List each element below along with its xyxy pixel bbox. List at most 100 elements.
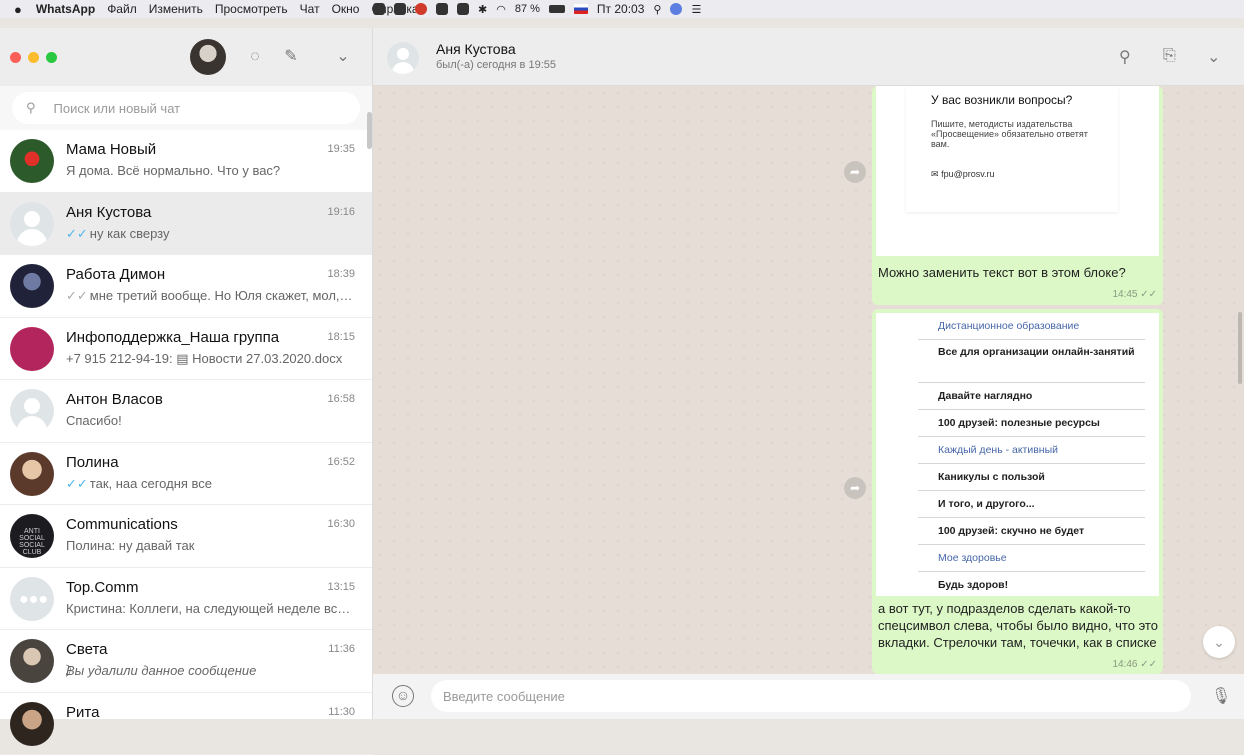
chat-item-anton-vlasov[interactable]: Антон Власов 16:58 Спасибо!	[0, 380, 372, 443]
chevron-down-icon[interactable]: ⌄	[1207, 47, 1220, 67]
mail-icon: ✉	[931, 169, 939, 179]
new-chat-icon[interactable]: ✎	[282, 48, 300, 66]
chat-preview: ⃠Вы удалили данное сообщение	[66, 663, 356, 679]
contact-avatar[interactable]	[387, 42, 419, 74]
outgoing-message-image[interactable]: У вас возникли вопросы? Пишите, методист…	[872, 86, 1163, 305]
card-email: ✉ fpu@prosv.ru	[931, 169, 995, 180]
whatsapp-window: ◌ ✎ ⌄ ⚲ Мама Новый 19:35 Я дома. Всё нор…	[0, 28, 1244, 719]
chat-item-sveta[interactable]: Света 11:36 ⃠Вы удалили данное сообщение	[0, 630, 372, 693]
chat-time: 11:30	[328, 706, 355, 718]
input-language-flag-icon[interactable]	[574, 4, 588, 14]
chat-preview: мне третий вообще. Но Юля скажет, мол, н…	[90, 288, 356, 303]
emoji-icon[interactable]: ☺	[392, 685, 414, 707]
chat-preview: так, наа сегодня все	[90, 476, 212, 491]
avatar	[10, 389, 54, 433]
menu-app-whatsapp[interactable]: WhatsApp	[36, 2, 95, 16]
macos-menu-bar: ● WhatsApp Файл Изменить Просмотреть Чат…	[0, 0, 1244, 18]
spotlight-search-icon[interactable]: ⚲	[653, 3, 661, 16]
group-icon: ●●●	[19, 591, 48, 609]
avatar	[10, 264, 54, 308]
chat-preview-row: ✓✓ну как сверзу	[66, 226, 356, 242]
menu-row: Каникулы с пользой	[918, 464, 1145, 491]
chat-time: 19:35	[327, 143, 355, 155]
chat-item-polina[interactable]: Полина 16:52 ✓✓так, наа сегодня все	[0, 443, 372, 506]
tray-app-icon[interactable]	[394, 3, 406, 15]
tray-app-icon[interactable]	[373, 3, 385, 15]
chat-item-top-comm[interactable]: ●●● Top.Comm 13:15 Кристина: Коллеги, на…	[0, 568, 372, 631]
chat-name: Света	[66, 641, 108, 658]
tray-app-icon[interactable]	[436, 3, 448, 15]
chat-time: 18:39	[327, 268, 355, 280]
menu-row: Будь здоров!	[918, 572, 1145, 599]
search-box: ⚲	[12, 92, 360, 124]
chat-time: 18:15	[327, 331, 355, 343]
chat-name: Top.Comm	[66, 579, 139, 596]
message-image: Дистанционное образование Все для органи…	[876, 313, 1159, 596]
menu-row: Давайте наглядно	[918, 383, 1145, 410]
message-input[interactable]	[443, 689, 1143, 704]
menu-chat[interactable]: Чат	[300, 2, 320, 16]
microphone-icon[interactable]: 🎙	[1211, 686, 1231, 706]
menu-row: 100 друзей: полезные ресурсы	[918, 410, 1145, 437]
forward-icon[interactable]: ➦	[844, 477, 866, 499]
chat-preview: +7 915 212-94-19: ▤ Новости 27.03.2020.d…	[66, 351, 356, 367]
chat-item-mama[interactable]: Мама Новый 19:35 Я дома. Всё нормально. …	[0, 130, 372, 193]
wifi-icon[interactable]: ◠	[496, 3, 506, 16]
card-text: Пишите, методисты издательства «Просвеще…	[931, 119, 1101, 149]
message-box	[431, 680, 1191, 712]
chat-item-rita[interactable]: Рита 11:30	[0, 693, 372, 755]
notification-center-icon[interactable]: ☰	[691, 3, 701, 16]
conversation-header[interactable]: Аня Кустова был(-а) сегодня в 19:55 ⚲ ⎘ …	[373, 28, 1244, 86]
chevron-down-icon[interactable]: ⌄	[334, 48, 352, 66]
battery-icon[interactable]	[549, 5, 565, 13]
bluetooth-icon[interactable]: ✱	[478, 3, 487, 16]
chat-time: 11:36	[328, 643, 355, 655]
contact-name[interactable]: Аня Кустова	[436, 41, 516, 57]
forward-icon[interactable]: ➦	[844, 161, 866, 183]
chat-list: Мама Новый 19:35 Я дома. Всё нормально. …	[0, 130, 372, 755]
menu-window[interactable]: Окно	[332, 2, 360, 16]
avatar: ANTI SOCIAL SOCIAL CLUB	[10, 514, 54, 558]
card-title: У вас возникли вопросы?	[931, 93, 1072, 107]
search-messages-icon[interactable]: ⚲	[1119, 47, 1131, 67]
chat-name: Рита	[66, 704, 99, 721]
chat-name: Работа Димон	[66, 266, 165, 283]
read-ticks-icon: ✓✓	[66, 476, 88, 491]
apple-icon[interactable]: ●	[14, 2, 22, 17]
messages-scrollbar[interactable]	[1238, 312, 1242, 384]
minimize-window-button[interactable]	[28, 52, 39, 63]
attach-icon[interactable]: ⎘	[1163, 47, 1176, 65]
chat-time: 19:16	[327, 206, 355, 218]
search-input[interactable]	[54, 101, 314, 116]
chat-name: Communications	[66, 516, 178, 533]
close-window-button[interactable]	[10, 52, 21, 63]
avatar	[10, 639, 54, 683]
menu-edit[interactable]: Изменить	[149, 2, 203, 16]
scroll-to-bottom-button[interactable]: ⌄	[1203, 626, 1235, 658]
chat-preview-row: ✓✓мне третий вообще. Но Юля скажет, мол,…	[66, 288, 356, 304]
chat-item-infopodderzhka[interactable]: Инфоподдержка_Наша группа 18:15 +7 915 2…	[0, 318, 372, 381]
tray-notification-icon[interactable]	[415, 3, 427, 15]
zoom-window-button[interactable]	[46, 52, 57, 63]
chat-list-pane: ◌ ✎ ⌄ ⚲ Мама Новый 19:35 Я дома. Всё нор…	[0, 28, 373, 719]
chat-time: 13:15	[327, 581, 355, 593]
search-icon: ⚲	[26, 100, 36, 116]
chat-item-anya[interactable]: Аня Кустова 19:16 ✓✓ну как сверзу	[0, 193, 372, 256]
outgoing-message-image[interactable]: Дистанционное образование Все для органи…	[872, 309, 1163, 674]
chat-preview: Кристина: Коллеги, на следующей неделе в…	[66, 601, 356, 616]
chat-preview: Я дома. Всё нормально. Что у вас?	[66, 163, 356, 178]
chat-item-communications[interactable]: ANTI SOCIAL SOCIAL CLUB Communications 1…	[0, 505, 372, 568]
status-icon[interactable]: ◌	[246, 48, 264, 66]
battery-percent[interactable]: 87 %	[515, 3, 540, 15]
menu-view[interactable]: Просмотреть	[215, 2, 288, 16]
siri-icon[interactable]	[670, 3, 682, 15]
menu-row: Дистанционное образование	[918, 313, 1145, 340]
chat-preview-row: ✓✓так, наа сегодня все	[66, 476, 356, 492]
tray-app-icon[interactable]	[457, 3, 469, 15]
menu-file[interactable]: Файл	[107, 2, 137, 16]
clock[interactable]: Пт 20:03	[597, 2, 644, 16]
chat-item-rabota-dimon[interactable]: Работа Димон 18:39 ✓✓мне третий вообще. …	[0, 255, 372, 318]
my-profile-avatar[interactable]	[190, 39, 226, 75]
chat-preview: ну как сверзу	[90, 226, 170, 241]
message-time: 14:45 ✓✓	[1112, 289, 1157, 300]
